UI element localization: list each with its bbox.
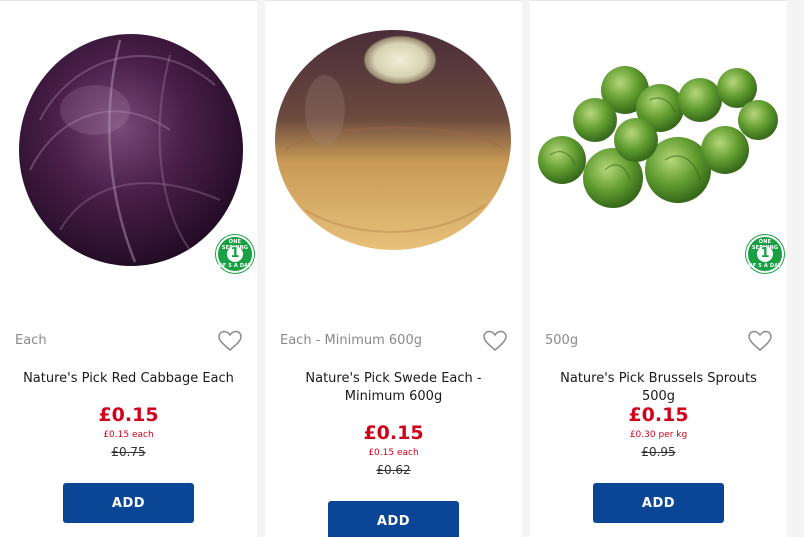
unit-price: £0.15 each	[103, 430, 154, 440]
product-weight: Each	[15, 333, 47, 348]
product-price: £0.15	[628, 404, 689, 426]
product-weight: Each - Minimum 600g	[280, 333, 422, 348]
five-a-day-badge: ONE SERVING 1 OF 5 A DAY	[746, 235, 784, 273]
product-card-swede[interactable]: Each - Minimum 600g Nature's Pick Swede …	[265, 0, 522, 537]
add-to-basket-button[interactable]: ADD	[63, 483, 194, 523]
badge-bottom-text: OF 5 A DAY	[218, 263, 252, 269]
grid-gutter	[787, 0, 804, 537]
grid-gutter	[257, 0, 265, 537]
badge-bottom-text: OF 5 A DAY	[748, 263, 782, 269]
was-price: £0.95	[641, 445, 676, 459]
grid-gutter	[522, 0, 530, 537]
was-price: £0.75	[111, 445, 146, 459]
product-weight: 500g	[545, 333, 579, 348]
product-name[interactable]: Nature's Pick Swede Each - Minimum 600g	[285, 370, 502, 406]
product-price: £0.15	[363, 422, 424, 444]
product-name[interactable]: Nature's Pick Red Cabbage Each	[20, 370, 237, 388]
was-price: £0.62	[376, 463, 411, 477]
product-card-brussels-sprouts[interactable]: ONE SERVING 1 OF 5 A DAY 500g Nature's P…	[530, 0, 787, 537]
product-card-red-cabbage[interactable]: ONE SERVING 1 OF 5 A DAY Each Nature's P…	[0, 0, 257, 537]
heart-outline-icon[interactable]	[483, 330, 507, 352]
heart-outline-icon[interactable]	[748, 330, 772, 352]
unit-price: £0.15 each	[368, 448, 419, 458]
five-a-day-badge: ONE SERVING 1 OF 5 A DAY	[216, 235, 254, 273]
heart-outline-icon[interactable]	[218, 330, 242, 352]
product-grid: ONE SERVING 1 OF 5 A DAY Each Nature's P…	[0, 0, 804, 537]
product-price: £0.15	[98, 404, 159, 426]
badge-number: 1	[757, 246, 773, 262]
unit-price: £0.30 per kg	[629, 430, 688, 440]
product-name[interactable]: Nature's Pick Brussels Sprouts 500g	[550, 370, 767, 406]
swede-image[interactable]	[265, 0, 522, 300]
add-to-basket-button[interactable]: ADD	[328, 501, 459, 537]
add-to-basket-button[interactable]: ADD	[593, 483, 724, 523]
badge-number: 1	[227, 246, 243, 262]
